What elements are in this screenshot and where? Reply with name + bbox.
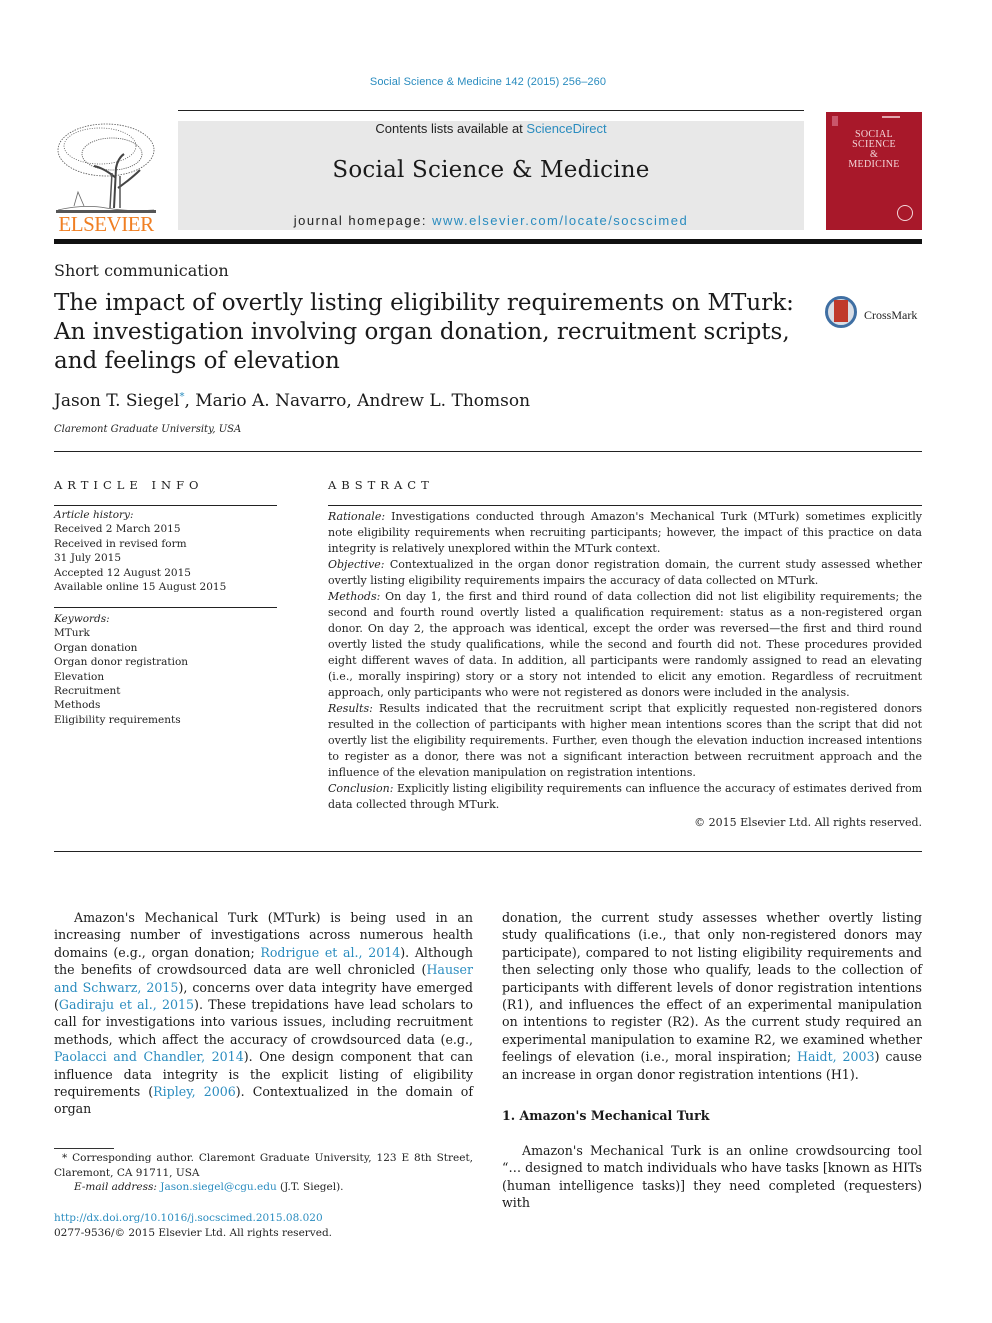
divider (54, 505, 277, 506)
abstract-objective: Objective: Contextualized in the organ d… (328, 557, 922, 589)
article-info-heading: ARTICLE INFO (54, 478, 204, 492)
masthead-thick-rule (54, 239, 922, 244)
tree-icon (56, 123, 156, 213)
footnote-rule (54, 1148, 114, 1149)
divider (54, 851, 922, 852)
author-list: Jason T. Siegel*, Mario A. Navarro, Andr… (54, 391, 530, 411)
keyword: Eligibility requirements (54, 713, 181, 726)
article-type: Short communication (54, 261, 229, 280)
body-column-right: donation, the current study assesses whe… (502, 909, 922, 1083)
sciencedirect-link[interactable]: ScienceDirect (526, 121, 606, 136)
history-item: 31 July 2015 (54, 552, 122, 565)
author-name: Mario A. Navarro (195, 391, 347, 411)
corresponding-author-note: * Corresponding author. Claremont Gradua… (54, 1152, 473, 1179)
elsevier-logo[interactable]: ELSEVIER (54, 118, 158, 236)
crossmark-ribbon-icon (834, 300, 848, 322)
cover-logo-mark (832, 116, 838, 126)
abstract-conclusion: Conclusion: Explicitly listing eligibili… (328, 781, 922, 813)
history-item: Received 2 March 2015 (54, 523, 181, 536)
cover-seal-icon (897, 205, 913, 221)
abstract-text: Results indicated that the recruitment s… (328, 702, 922, 779)
journal-masthead: Contents lists available at ScienceDirec… (178, 121, 804, 230)
divider (328, 505, 922, 506)
author-name: Jason T. Siegel (54, 391, 180, 411)
author-separator: , (346, 391, 358, 411)
keywords-label: Keywords: (54, 613, 110, 625)
abstract-text: On day 1, the first and third round of d… (328, 590, 922, 699)
abstract-methods: Methods: On day 1, the first and third r… (328, 589, 922, 701)
history-item: Received in revised form (54, 537, 187, 550)
journal-homepage-link[interactable]: www.elsevier.com/locate/socscimed (432, 213, 688, 228)
abstract-heading: ABSTRACT (328, 478, 434, 492)
divider (54, 451, 922, 452)
email-suffix: (J.T. Siegel). (276, 1181, 344, 1194)
abstract-label: Conclusion: (328, 782, 394, 795)
intro-paragraph: Amazon's Mechanical Turk (MTurk) is bein… (54, 909, 473, 1118)
keyword: Recruitment (54, 685, 121, 698)
divider (54, 607, 277, 608)
section-1-body: Amazon's Mechanical Turk is an online cr… (502, 1142, 922, 1212)
keyword: Methods (54, 699, 101, 712)
body-text: donation, the current study assesses whe… (502, 910, 922, 1065)
section-heading: 1. Amazon's Mechanical Turk (502, 1108, 710, 1123)
intro-paragraph-continued: donation, the current study assesses whe… (502, 909, 922, 1083)
header-rule (178, 110, 804, 111)
abstract-label: Rationale: (328, 510, 386, 523)
doi-block: http://dx.doi.org/10.1016/j.socscimed.20… (54, 1211, 332, 1241)
keyword: Organ donation (54, 641, 138, 654)
abstract-body: Rationale: Investigations conducted thro… (328, 509, 922, 831)
abstract-text: Investigations conducted through Amazon'… (328, 510, 922, 555)
crossmark-button[interactable]: CrossMark (825, 294, 925, 336)
abstract-label: Results: (328, 702, 373, 715)
history-label: Article history: (54, 509, 134, 521)
article-title: The impact of overtly listing eligibilit… (54, 290, 794, 374)
body-column-left: Amazon's Mechanical Turk (MTurk) is bein… (54, 909, 473, 1118)
abstract-rationale: Rationale: Investigations conducted thro… (328, 509, 922, 557)
history-item: Available online 15 August 2015 (54, 581, 227, 594)
abstract-text: Contextualized in the organ donor regist… (328, 558, 922, 587)
citation-link[interactable]: Haidt, 2003 (797, 1049, 875, 1064)
keywords: Keywords: MTurk Organ donation Organ don… (54, 612, 188, 727)
affiliation: Claremont Graduate University, USA (54, 424, 242, 435)
email-link[interactable]: Jason.siegel@cgu.edu (160, 1181, 276, 1193)
contents-prefix: Contents lists available at (375, 121, 527, 136)
doi-link[interactable]: http://dx.doi.org/10.1016/j.socscimed.20… (54, 1212, 323, 1224)
keyword: Elevation (54, 670, 105, 683)
email-label: E-mail address: (74, 1181, 161, 1194)
abstract-label: Objective: (328, 558, 385, 571)
journal-citation-link[interactable]: Social Science & Medicine 142 (2015) 256… (0, 76, 976, 88)
homepage-prefix: journal homepage: (293, 213, 433, 228)
journal-name: Social Science & Medicine (332, 157, 650, 183)
author-name: Andrew L. Thomson (357, 391, 531, 411)
email-line: E-mail address: Jason.siegel@cgu.edu (J.… (54, 1180, 473, 1195)
abstract-copyright: © 2015 Elsevier Ltd. All rights reserved… (694, 816, 922, 829)
keyword: MTurk (54, 627, 90, 640)
section-1-paragraph: Amazon's Mechanical Turk is an online cr… (502, 1143, 922, 1211)
cover-title-line: MEDICINE (848, 159, 900, 170)
homepage-line: journal homepage: www.elsevier.com/locat… (178, 213, 804, 228)
journal-cover-thumbnail[interactable]: SOCIAL SCIENCE & MEDICINE (826, 112, 922, 230)
footnote: * Corresponding author. Claremont Gradua… (54, 1151, 473, 1195)
cover-issn-mark (882, 116, 900, 118)
abstract-results: Results: Results indicated that the recr… (328, 701, 922, 781)
crossmark-label: CrossMark (864, 308, 918, 322)
abstract-text: Explicitly listing eligibility requireme… (328, 782, 923, 811)
citation-link[interactable]: Ripley, 2006 (153, 1084, 236, 1099)
citation-link[interactable]: Paolacci and Chandler, 2014 (54, 1049, 244, 1064)
history-item: Accepted 12 August 2015 (54, 566, 191, 579)
cover-title: SOCIAL SCIENCE & MEDICINE (826, 130, 922, 170)
citation-link[interactable]: Rodrigue et al., 2014 (260, 945, 400, 960)
citation-link[interactable]: Gadiraju et al., 2015 (59, 997, 194, 1012)
elsevier-wordmark: ELSEVIER (58, 212, 154, 236)
author-separator: , (184, 391, 196, 411)
contents-line: Contents lists available at ScienceDirec… (178, 121, 804, 137)
keyword: Organ donor registration (54, 656, 189, 669)
issn-line: 0277-9536/© 2015 Elsevier Ltd. All right… (54, 1227, 333, 1239)
abstract-label: Methods: (328, 590, 381, 603)
article-history: Article history: Received 2 March 2015 R… (54, 508, 226, 594)
